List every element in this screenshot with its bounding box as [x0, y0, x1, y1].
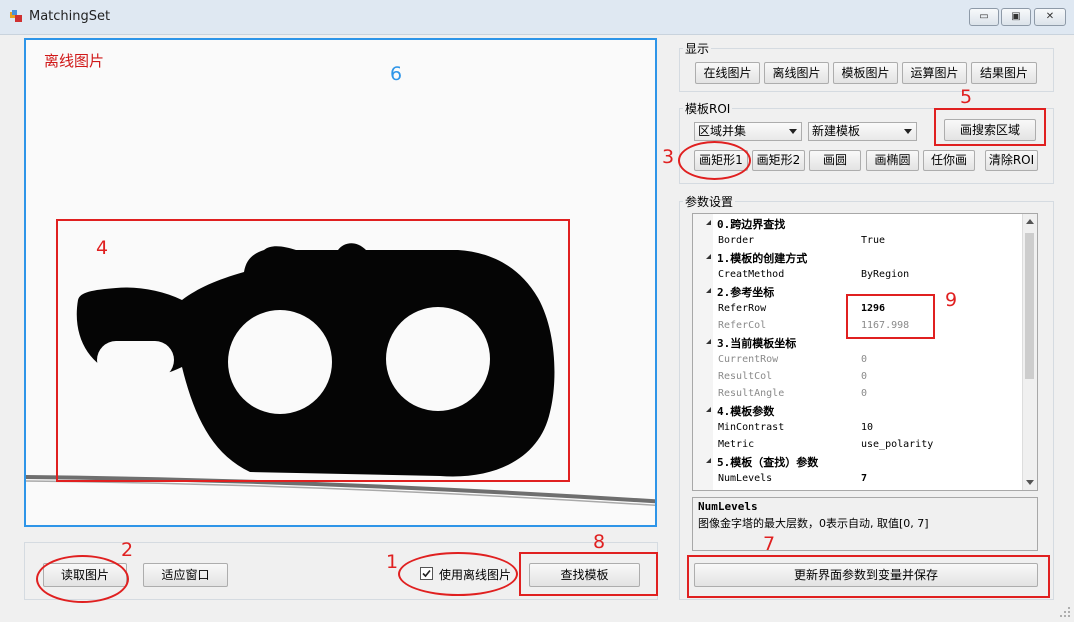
property-category[interactable]: 1.模板的创建方式 [693, 249, 1023, 266]
annotation-box-save [687, 555, 1050, 598]
property-category[interactable]: 4.模板参数 [693, 402, 1023, 419]
draw-rect2-button[interactable]: 画矩形2 [752, 150, 805, 171]
collapse-triangle-icon[interactable] [703, 288, 711, 293]
fit-window-button[interactable]: 适应窗口 [143, 563, 228, 587]
roi-group-label: 模板ROI [683, 100, 733, 117]
chevron-down-icon [789, 129, 797, 134]
annotation-box-roi-region [56, 219, 570, 482]
property-name: CurrentRow [718, 354, 779, 365]
property-grid[interactable]: 0.跨边界查找 Border True 1.模板的创建方式 CreatMethod ByR… [692, 213, 1038, 491]
property-row[interactable]: Metric use_polarity [693, 436, 1023, 453]
property-name: Border [718, 235, 755, 246]
property-name: CreatMethod [718, 269, 785, 280]
scroll-down-icon[interactable] [1026, 480, 1034, 485]
collapse-triangle-icon[interactable] [703, 339, 711, 344]
collapse-triangle-icon[interactable] [703, 254, 711, 259]
annotation-box-find [519, 552, 658, 596]
property-name: ResultCol [718, 371, 773, 382]
image-caption: 离线图片 [44, 52, 105, 70]
property-category-label: 5.模板（查找）参数 [717, 456, 819, 469]
draw-ellipse-button[interactable]: 画椭圆 [866, 150, 919, 171]
app-icon [10, 10, 22, 22]
free-draw-button[interactable]: 任你画 [923, 150, 975, 171]
region-mode-select[interactable]: 区域并集 [694, 122, 802, 141]
property-value[interactable]: 0 [861, 388, 867, 399]
annotation-box-search-area [934, 108, 1046, 146]
resize-grip-icon[interactable] [1059, 606, 1071, 618]
property-name: Metric [718, 439, 755, 450]
property-value[interactable]: True [861, 235, 885, 246]
clear-roi-button[interactable]: 清除ROI [985, 150, 1038, 171]
property-value[interactable]: ByRegion [861, 269, 909, 280]
offline-image-button[interactable]: 离线图片 [764, 62, 829, 84]
annotation-box-params [846, 294, 935, 339]
annotation-number-5: 5 [960, 86, 973, 108]
property-row[interactable]: ResultCol 0 [693, 368, 1023, 385]
annotation-ellipse-rect1 [678, 141, 751, 180]
property-value[interactable]: 0 [861, 371, 867, 382]
grid-scrollbar[interactable] [1022, 214, 1037, 490]
property-row[interactable]: ResultAngle 0 [693, 385, 1023, 402]
template-image-button[interactable]: 模板图片 [833, 62, 898, 84]
annotation-number-1: 1 [386, 551, 399, 573]
maximize-icon: ▣ [1011, 11, 1021, 22]
property-name: MinContrast [718, 422, 785, 433]
annotation-number-3: 3 [662, 146, 675, 168]
compute-image-button[interactable]: 运算图片 [902, 62, 967, 84]
result-image-button[interactable]: 结果图片 [971, 62, 1037, 84]
minimize-button[interactable]: ▭ [969, 8, 999, 26]
template-mode-select[interactable]: 新建模板 [808, 122, 917, 141]
property-category[interactable]: 5.模板（查找）参数 [693, 453, 1023, 470]
annotation-number-4: 4 [96, 237, 109, 259]
draw-circle-button[interactable]: 画圆 [809, 150, 861, 171]
minimize-icon: ▭ [979, 11, 989, 22]
property-row[interactable]: CurrentRow 0 [693, 351, 1023, 368]
annotation-number-2: 2 [121, 539, 134, 561]
property-value[interactable]: use_polarity [861, 439, 933, 450]
collapse-triangle-icon[interactable] [703, 458, 711, 463]
property-name: NumLevels [718, 473, 773, 484]
title-bar [0, 0, 1074, 35]
annotation-ellipse-offline [398, 552, 518, 596]
property-row[interactable]: Border True [693, 232, 1023, 249]
property-value[interactable]: 0 [861, 354, 867, 365]
property-category-label: 4.模板参数 [717, 405, 775, 418]
template-mode-value: 新建模板 [812, 124, 861, 138]
property-name: ReferRow [718, 303, 767, 314]
property-category-label: 1.模板的创建方式 [717, 252, 808, 265]
description-text: 图像金字塔的最大层数，0表示自动, 取值[0, 7] [698, 517, 929, 530]
collapse-triangle-icon[interactable] [703, 220, 711, 225]
property-row[interactable]: NumLevels 7 [693, 470, 1023, 487]
property-name: ResultAngle [718, 388, 785, 399]
property-value[interactable]: 10 [861, 422, 873, 433]
collapse-triangle-icon[interactable] [703, 407, 711, 412]
chevron-down-icon [904, 129, 912, 134]
annotation-number-9: 9 [945, 289, 958, 311]
annotation-ellipse-read [36, 555, 129, 603]
region-mode-value: 区域并集 [698, 124, 747, 138]
scroll-thumb[interactable] [1025, 233, 1034, 379]
annotation-number-8: 8 [593, 531, 606, 553]
online-image-button[interactable]: 在线图片 [695, 62, 760, 84]
display-group-label: 显示 [683, 40, 712, 57]
property-value[interactable]: 7 [861, 473, 867, 484]
maximize-button[interactable]: ▣ [1001, 8, 1031, 26]
description-title: NumLevels [698, 500, 758, 513]
property-row[interactable]: MinContrast 10 [693, 419, 1023, 436]
property-category-label: 0.跨边界查找 [717, 218, 786, 231]
window-title: MatchingSet [29, 9, 111, 24]
scroll-up-icon[interactable] [1026, 219, 1034, 224]
property-rows: 0.跨边界查找 Border True 1.模板的创建方式 CreatMethod ByR… [693, 215, 1023, 490]
params-group-label: 参数设置 [683, 193, 736, 210]
description-panel: NumLevels 图像金字塔的最大层数，0表示自动, 取值[0, 7] [692, 497, 1038, 551]
property-row[interactable]: CreatMethod ByRegion [693, 266, 1023, 283]
property-category[interactable]: 0.跨边界查找 [693, 215, 1023, 232]
property-name: ReferCol [718, 320, 767, 331]
property-category-label: 3.当前模板坐标 [717, 337, 797, 350]
annotation-number-6: 6 [390, 63, 403, 85]
property-category-label: 2.参考坐标 [717, 286, 775, 299]
close-button[interactable]: ✕ [1034, 8, 1066, 26]
close-icon: ✕ [1045, 11, 1055, 22]
annotation-number-7: 7 [763, 533, 776, 555]
